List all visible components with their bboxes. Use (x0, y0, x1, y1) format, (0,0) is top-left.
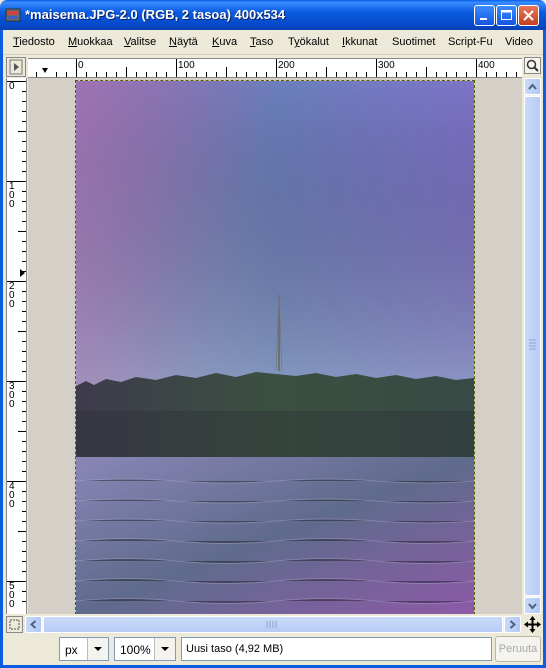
zoom-navigate-icon[interactable] (524, 57, 541, 74)
window-title: *maisema.JPG-2.0 (RGB, 2 tasoa) 400x534 (25, 7, 286, 22)
menu-taso[interactable]: Taso (250, 36, 273, 48)
menu-tyokalut[interactable]: Työkalut (288, 36, 329, 48)
vruler-label-200: 200 (9, 281, 15, 310)
scroll-left-button[interactable] (25, 616, 42, 633)
vruler-label-0: 0 (9, 81, 15, 92)
horizontal-scrollbar[interactable] (25, 616, 521, 633)
vertical-ruler[interactable]: 0 100 200 300 400 500 (6, 78, 27, 614)
status-message: Uusi taso (4,92 MB) (181, 637, 492, 661)
scroll-down-button[interactable] (524, 597, 541, 614)
menu-tiedosto[interactable]: Tiedosto (13, 36, 55, 48)
image-canvas-area[interactable] (28, 78, 522, 614)
menu-kuva[interactable]: Kuva (212, 36, 237, 48)
horizontal-scroll-thumb[interactable] (43, 616, 503, 633)
zoom-select[interactable]: 100% (114, 637, 176, 661)
vertical-scrollbar[interactable] (524, 78, 541, 614)
menu-muokkaa[interactable]: Muokkaa (68, 36, 113, 48)
menu-script-fu[interactable]: Script-Fu (448, 36, 493, 48)
zoom-value: 100% (120, 643, 151, 657)
pointer-marker-icon (42, 68, 48, 73)
vertical-scroll-thumb[interactable] (524, 96, 541, 596)
vruler-label-100: 100 (9, 181, 15, 210)
menu-valitse[interactable]: Valitse (124, 36, 156, 48)
vruler-label-400: 400 (9, 481, 15, 510)
unit-select[interactable]: px (59, 637, 109, 661)
hruler-label-0: 0 (78, 60, 84, 71)
scroll-up-button[interactable] (524, 78, 541, 95)
gimp-app-icon[interactable] (5, 7, 21, 23)
chevron-down-icon[interactable] (154, 638, 175, 660)
pointer-marker-icon (20, 269, 25, 277)
image-menu-button[interactable] (6, 57, 26, 77)
menu-suotimet[interactable]: Suotimet (392, 36, 435, 48)
menu-bar: Tiedosto Muokkaa Valitse Näytä Kuva Taso… (3, 30, 543, 55)
menu-ikkunat[interactable]: Ikkunat (342, 36, 377, 48)
menu-video[interactable]: Video (505, 36, 533, 48)
horizontal-ruler[interactable]: 0 100 200 300 400 (28, 58, 522, 78)
vruler-label-300: 300 (9, 381, 15, 410)
unit-value: px (65, 643, 78, 657)
close-button[interactable] (518, 5, 539, 26)
chevron-down-icon[interactable] (87, 638, 108, 660)
status-message-text: Uusi taso (4,92 MB) (186, 643, 284, 655)
hruler-label-100: 100 (178, 60, 195, 71)
quick-mask-toggle[interactable] (6, 616, 23, 633)
landscape-image[interactable] (75, 80, 475, 614)
status-bar: px 100% Uusi taso (4,92 MB) Peruuta (3, 634, 543, 665)
window-frame-left (0, 30, 3, 668)
scroll-right-button[interactable] (504, 616, 521, 633)
vruler-label-500: 500 (9, 581, 15, 610)
menu-nayta[interactable]: Näytä (169, 36, 198, 48)
maximize-button[interactable] (496, 5, 517, 26)
hruler-label-200: 200 (278, 60, 295, 71)
hruler-label-300: 300 (378, 60, 395, 71)
navigate-move-icon[interactable] (524, 616, 541, 633)
cancel-button[interactable]: Peruuta (495, 636, 541, 662)
hruler-label-400: 400 (478, 60, 495, 71)
minimize-button[interactable] (474, 5, 495, 26)
